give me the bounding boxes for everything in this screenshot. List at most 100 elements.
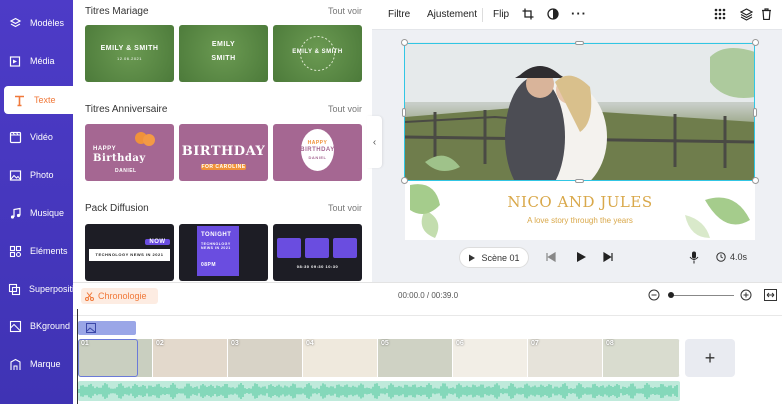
clip-number: 05	[381, 340, 389, 347]
scissors-icon	[85, 291, 94, 301]
selection-box[interactable]	[404, 43, 755, 181]
clip-number: 07	[531, 340, 539, 347]
collapse-panel-button[interactable]: ‹	[367, 116, 382, 168]
previous-icon[interactable]	[546, 252, 556, 262]
thumb-text: EMILY	[211, 41, 236, 48]
thumb-text: BIRTHDAY	[300, 147, 335, 153]
zoom-in-icon[interactable]	[740, 289, 752, 301]
sidebar-item-elements[interactable]: Eléments	[0, 237, 73, 265]
crop-icon[interactable]	[522, 8, 534, 23]
audio-track[interactable]	[78, 381, 680, 401]
thumb-text: HAPPY	[93, 146, 117, 152]
text-templates-panel: Titres Mariage Tout voir EMILY & SMITH 1…	[73, 0, 372, 282]
sidebar-item-label: Musique	[30, 208, 65, 218]
zoom-out-icon[interactable]	[648, 289, 660, 301]
sidebar-item-video[interactable]: Vidéo	[0, 123, 73, 151]
sidebar-item-label: Modèles	[30, 18, 65, 28]
scene-clip[interactable]: 05	[378, 339, 453, 377]
sidebar-item-bkground[interactable]: BKground	[0, 312, 73, 340]
template-thumb[interactable]: NOW TECHNOLOGY NEWS IN 2021	[85, 224, 174, 281]
resize-handle[interactable]	[753, 108, 757, 117]
next-icon[interactable]	[603, 252, 613, 262]
scene-clip[interactable]: 06	[453, 339, 528, 377]
layers-icon[interactable]	[739, 8, 754, 24]
photo-icon	[8, 168, 22, 182]
playhead[interactable]	[77, 309, 78, 404]
resize-handle[interactable]	[401, 39, 408, 46]
timeline-label[interactable]: Chronologie	[81, 288, 158, 304]
selected-clip-outline[interactable]	[78, 339, 138, 377]
play-icon[interactable]	[575, 251, 587, 263]
stage-title[interactable]: NICO AND JULES	[405, 193, 755, 211]
adjust-button[interactable]: Ajustement	[427, 9, 477, 20]
scene-duration[interactable]: 4.0s	[730, 252, 747, 262]
edit-toolbar: Filtre Ajustement Flip ···	[372, 0, 782, 30]
scene-clip[interactable]: 03	[228, 339, 303, 377]
stage-subtitle[interactable]: A love story through the years	[405, 216, 755, 225]
template-thumb[interactable]: HAPPY Birthday DANIEL	[85, 124, 174, 181]
template-thumb[interactable]: HAPPY BIRTHDAY DANIEL	[273, 124, 362, 181]
sidebar-item-media[interactable]: Média	[0, 47, 73, 75]
resize-handle[interactable]	[401, 177, 408, 184]
template-thumb[interactable]: EMILY SMITH	[179, 25, 268, 82]
thumb-text: NOW	[145, 239, 170, 245]
scene-selector[interactable]: Scène 01	[459, 247, 529, 268]
zoom-slider-track[interactable]	[670, 295, 734, 296]
microphone-icon[interactable]	[689, 251, 699, 264]
overlay-track[interactable]	[78, 321, 136, 335]
sidebar-item-texte[interactable]: Texte	[4, 86, 73, 114]
filter-button[interactable]: Filtre	[388, 9, 410, 20]
timecode: 00:00.0 / 00:39.0	[398, 291, 459, 300]
scene-clip[interactable]: 07	[528, 339, 603, 377]
resize-handle[interactable]	[575, 41, 584, 45]
more-options-icon[interactable]: ···	[571, 6, 587, 21]
resize-handle[interactable]	[402, 108, 406, 117]
scene-clip[interactable]: 04	[303, 339, 378, 377]
sidebar-item-modeles[interactable]: Modèles	[0, 9, 73, 37]
clip-number: 08	[606, 340, 614, 347]
thumb-text: EMILY & SMITH	[100, 45, 159, 52]
see-all-link[interactable]: Tout voir	[328, 203, 362, 213]
delete-icon[interactable]	[761, 8, 772, 23]
sidebar-item-photo[interactable]: Photo	[0, 161, 73, 189]
add-scene-button[interactable]: +	[685, 339, 735, 377]
scene-label: Scène 01	[481, 252, 520, 263]
thumb-text: TECHNOLOGY NEWS IN 2021	[201, 242, 231, 250]
thumb-text: Birthday	[93, 153, 146, 164]
sidebar-item-marque[interactable]: Marque	[0, 350, 73, 378]
clip-number: 02	[156, 340, 164, 347]
scene-clip[interactable]: 08	[603, 339, 680, 377]
grid-icon[interactable]	[714, 8, 726, 23]
sidebar-item-musique[interactable]: Musique	[0, 199, 73, 227]
zoom-slider-thumb[interactable]	[668, 292, 674, 298]
timeline: Chronologie 00:00.0 / 00:39.0 01 02 03 0…	[73, 282, 782, 404]
template-thumb[interactable]: TONIGHT TECHNOLOGY NEWS IN 2021 08PM	[179, 224, 268, 281]
clock-icon	[716, 252, 726, 262]
resize-handle[interactable]	[752, 177, 759, 184]
see-all-link[interactable]: Tout voir	[328, 6, 362, 16]
template-thumb[interactable]: 08:30 09:30 10:30	[273, 224, 362, 281]
audio-waveform	[78, 383, 678, 399]
scene-clip[interactable]: 02	[153, 339, 228, 377]
timeline-ruler[interactable]	[73, 308, 782, 316]
resize-handle[interactable]	[575, 179, 584, 183]
resize-handle[interactable]	[752, 39, 759, 46]
template-thumb[interactable]: BIRTHDAY FOR CAROLINE	[179, 124, 268, 181]
sidebar-item-label: Photo	[30, 170, 54, 180]
thumb-text: DANIEL	[115, 168, 137, 174]
left-sidebar: Modèles Média Texte Vidéo Photo Musique …	[0, 0, 82, 404]
template-thumb[interactable]: EMILY & SMITH 12.06.2021	[85, 25, 174, 82]
see-all-link[interactable]: Tout voir	[328, 104, 362, 114]
clip-number: 06	[456, 340, 464, 347]
canvas-area: Filtre Ajustement Flip ··· NICO AND JULE…	[372, 0, 782, 282]
template-thumb[interactable]: EMILY & SMITH	[273, 25, 362, 82]
chevron-left-icon: ‹	[372, 136, 377, 148]
sidebar-item-superpositions[interactable]: Superpositi...	[0, 275, 82, 303]
thumb-text: FOR CAROLINE	[201, 164, 246, 170]
color-icon[interactable]	[547, 8, 559, 23]
flip-button[interactable]: Flip	[493, 9, 509, 20]
fit-timeline-icon[interactable]	[764, 289, 777, 301]
thumb-text: DANIEL	[308, 155, 327, 160]
thumb-text: BIRTHDAY	[181, 144, 266, 159]
clip-number: 03	[231, 340, 239, 347]
